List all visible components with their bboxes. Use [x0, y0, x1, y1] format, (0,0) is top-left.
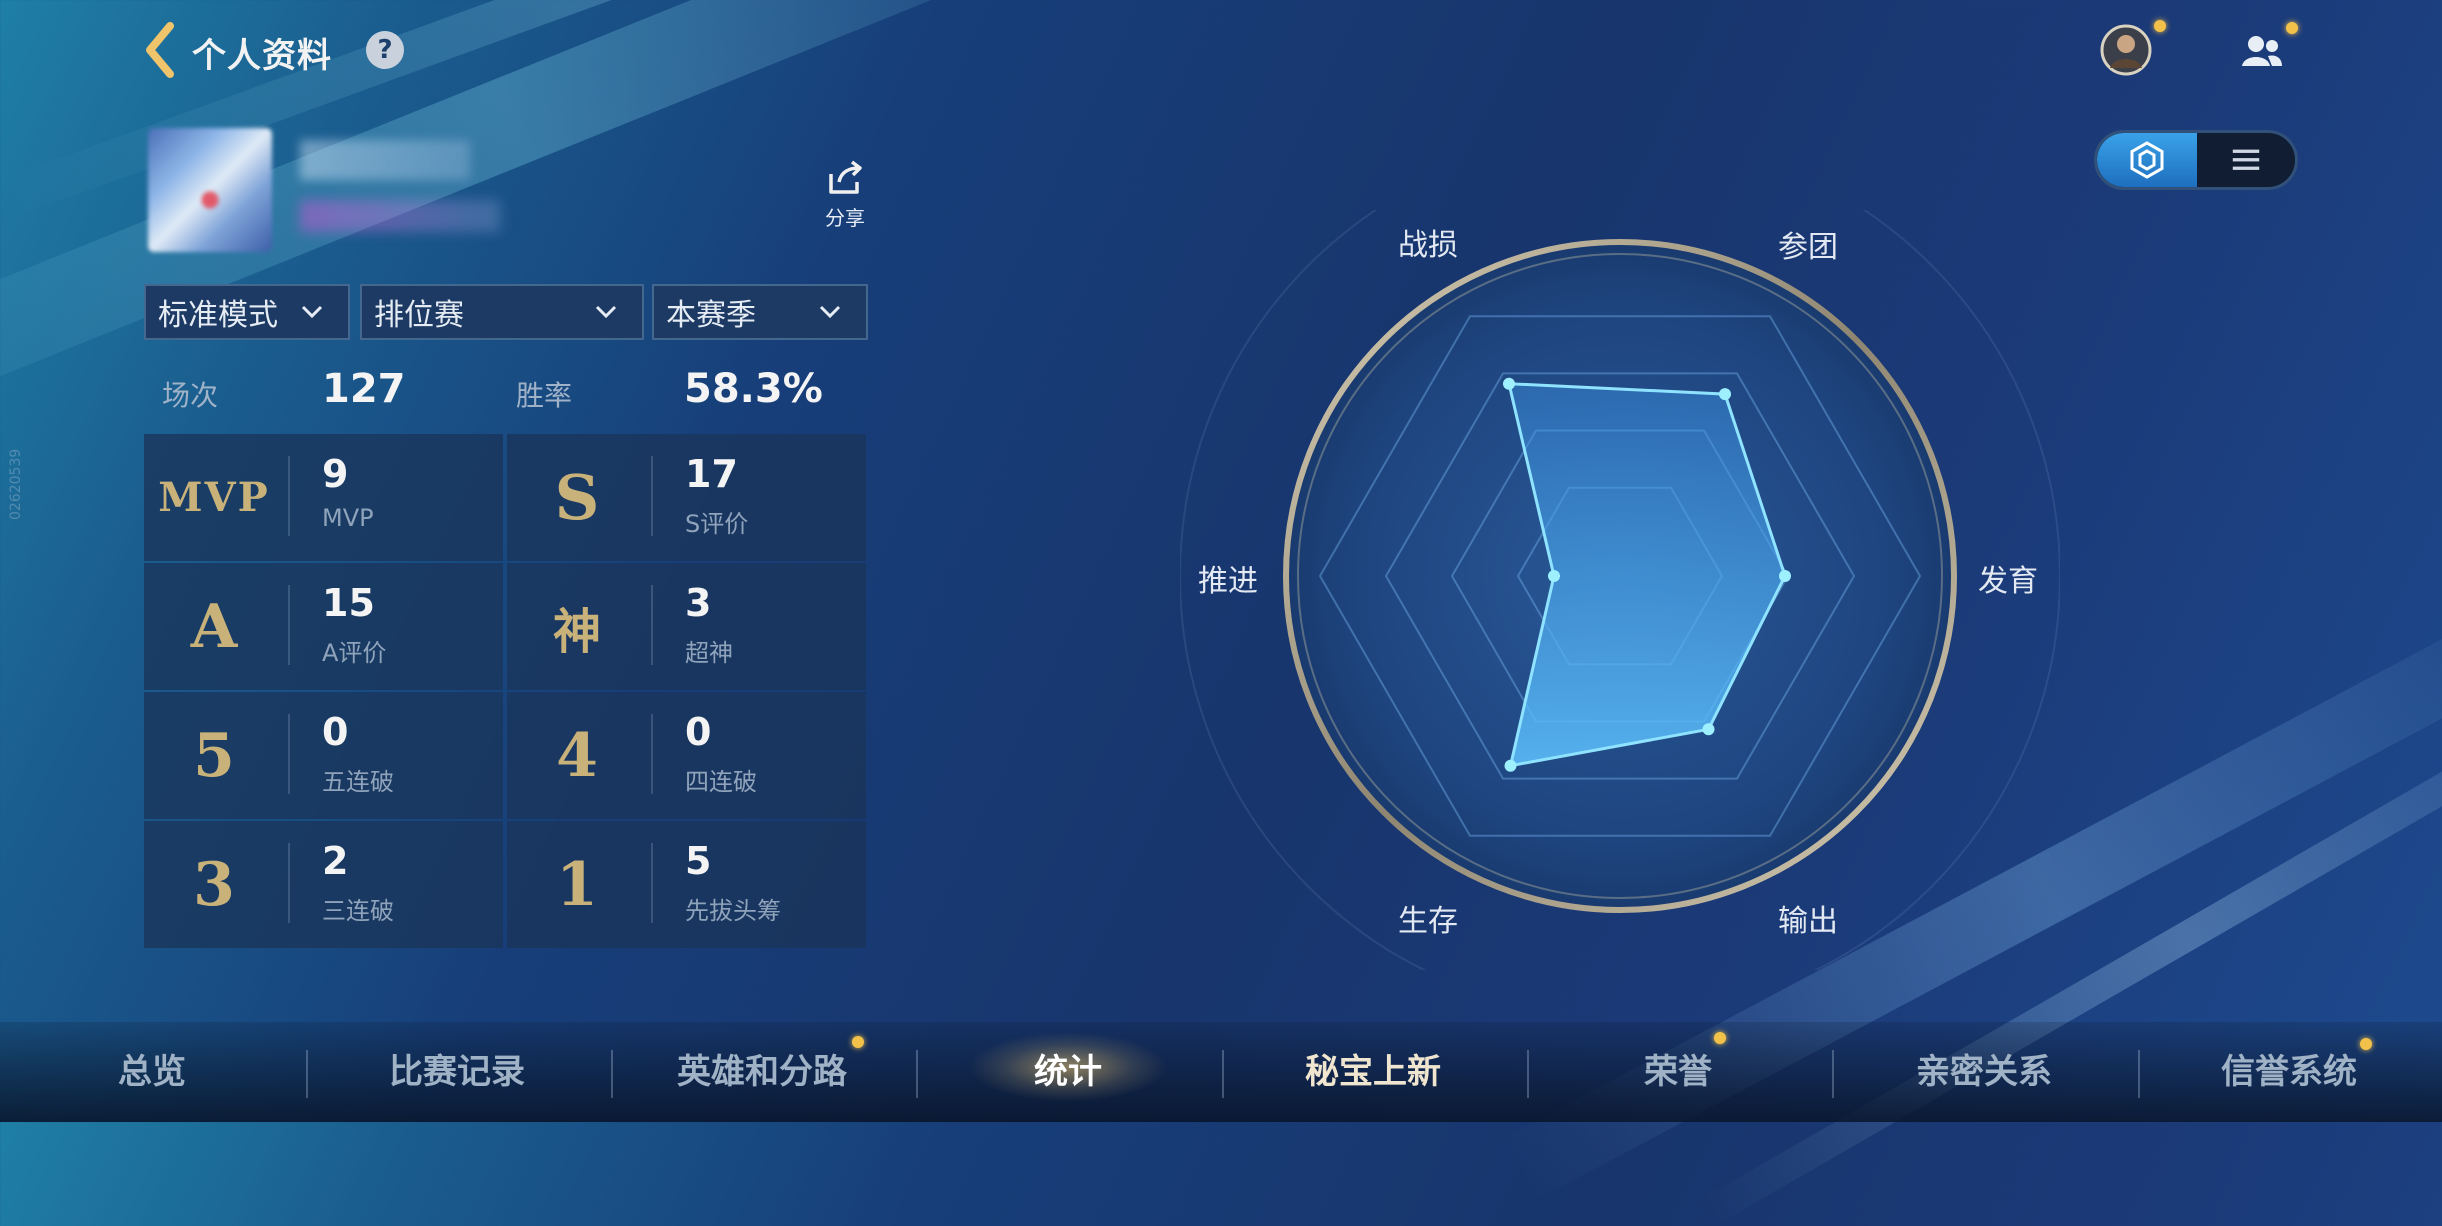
chevron-left-icon — [146, 22, 174, 78]
stat-first-blood: 1 5 先拔头筹 — [507, 821, 866, 948]
match-type-dropdown-value: 排位赛 — [374, 298, 464, 333]
stat-value: 0 — [685, 710, 712, 754]
season-dropdown-value: 本赛季 — [666, 298, 756, 333]
radar-value-point — [1779, 570, 1791, 582]
profile-avatar-button[interactable] — [2098, 22, 2154, 78]
stat-label: MVP — [322, 504, 374, 532]
tab-statistics[interactable]: 统计 — [918, 1044, 1218, 1093]
friends-icon — [2242, 36, 2282, 66]
notification-dot — [2360, 1038, 2372, 1050]
radar-axis-label: 输出 — [1778, 904, 1838, 939]
stat-label: 三连破 — [322, 897, 394, 925]
legendary-icon: 神 — [552, 603, 601, 660]
radar-value-point — [1719, 388, 1731, 401]
notification-dot — [2154, 20, 2166, 32]
share-label: 分享 — [825, 206, 865, 230]
stat-label: A评价 — [322, 639, 387, 667]
notification-dot — [2286, 22, 2298, 34]
first-blood-icon: 1 — [556, 849, 598, 920]
stat-quadra-kill: 4 0 四连破 — [507, 692, 866, 819]
season-dropdown[interactable]: 本赛季 — [652, 284, 868, 340]
radar-axis-label: 发育 — [1978, 564, 2038, 599]
hexagon-icon — [2130, 141, 2164, 179]
radar-view-button[interactable] — [2097, 133, 2197, 187]
radar-value-point — [1503, 377, 1515, 390]
stat-value: 2 — [322, 839, 349, 883]
stat-label: 先拔头筹 — [685, 897, 781, 925]
radar-chart — [1179, 135, 2061, 1017]
tab-overview[interactable]: 总览 — [2, 1044, 302, 1093]
list-view-button[interactable] — [2197, 133, 2295, 187]
triple-kill-icon: 3 — [193, 849, 235, 920]
share-button[interactable]: 分享 — [820, 160, 870, 231]
watermark-text: 02620539 — [8, 448, 24, 520]
stat-value: 3 — [685, 581, 712, 625]
stat-a-rating: A 15 A评价 — [144, 563, 503, 690]
chevron-down-icon — [301, 305, 323, 319]
page-title: 个人资料 — [192, 36, 332, 76]
tab-relationships[interactable]: 亲密关系 — [1834, 1044, 2134, 1093]
winrate-label: 胜率 — [516, 379, 573, 412]
mode-dropdown[interactable]: 标准模式 — [144, 284, 350, 340]
stat-label: 超神 — [685, 639, 733, 667]
radar-axis-label: 战损 — [1398, 228, 1458, 263]
list-icon — [2232, 149, 2260, 170]
stat-mvp: MVP 9 MVP — [144, 434, 503, 561]
tab-reputation[interactable]: 信誉系统 — [2139, 1044, 2439, 1093]
stat-penta-kill: 5 0 五连破 — [144, 692, 503, 819]
stat-value: 0 — [322, 710, 349, 754]
view-toggle[interactable] — [2094, 130, 2298, 190]
s-rank-icon: S — [554, 461, 600, 534]
mvp-icon: MVP — [158, 474, 270, 521]
tab-honors[interactable]: 荣誉 — [1528, 1044, 1828, 1093]
notification-dot — [1714, 1032, 1726, 1044]
matches-label: 场次 — [162, 379, 219, 412]
radar-axis-label: 生存 — [1398, 904, 1458, 939]
stat-label: S评价 — [685, 510, 749, 538]
share-icon — [829, 160, 862, 194]
player-nickname-blurred — [300, 140, 470, 180]
chevron-down-icon — [595, 305, 617, 319]
chevron-down-icon — [819, 305, 841, 319]
ability-radar: 战损 参团 发育 输出 生存 推进 — [1179, 135, 2061, 1017]
notification-dot — [852, 1036, 864, 1048]
stat-value: 9 — [322, 452, 349, 496]
help-icon[interactable]: ? — [366, 31, 404, 69]
tab-heroes-lanes[interactable]: 英雄和分路 — [612, 1044, 912, 1093]
stat-label: 四连破 — [685, 768, 757, 796]
radar-value-point — [1504, 759, 1517, 772]
penta-kill-icon: 5 — [193, 720, 235, 791]
quadra-kill-icon: 4 — [556, 720, 598, 791]
stats-grid: MVP 9 MVP S 17 S评价 A 15 A评价 神 3 超神 5 0 五… — [144, 434, 866, 948]
stat-triple-kill: 3 2 三连破 — [144, 821, 503, 948]
winrate-value: 58.3% — [684, 366, 823, 412]
tab-match-history[interactable]: 比赛记录 — [307, 1044, 607, 1093]
stat-value: 15 — [322, 581, 375, 625]
stat-value: 17 — [685, 452, 738, 496]
radar-axis-label: 参团 — [1778, 230, 1838, 265]
avatar-icon — [2100, 24, 2152, 76]
matches-value: 127 — [322, 366, 406, 412]
stat-legendary: 神 3 超神 — [507, 563, 866, 690]
bottom-nav: 总览 比赛记录 英雄和分路 统计 秘宝上新 荣誉 亲密关系 信誉系统 — [0, 1022, 2442, 1122]
tab-new-treasures[interactable]: 秘宝上新 — [1223, 1044, 1523, 1093]
mode-dropdown-value: 标准模式 — [158, 298, 278, 333]
radar-value-point — [1702, 723, 1715, 736]
stat-value: 5 — [685, 839, 712, 883]
stat-label: 五连破 — [322, 768, 394, 796]
stat-s-rating: S 17 S评价 — [507, 434, 866, 561]
radar-axis-label: 推进 — [1198, 564, 1258, 599]
avatar[interactable] — [148, 128, 272, 252]
friends-button[interactable] — [2234, 24, 2290, 80]
player-subline-blurred — [300, 200, 500, 232]
match-type-dropdown[interactable]: 排位赛 — [360, 284, 644, 340]
a-rank-icon: A — [190, 591, 238, 662]
radar-value-point — [1548, 570, 1560, 582]
